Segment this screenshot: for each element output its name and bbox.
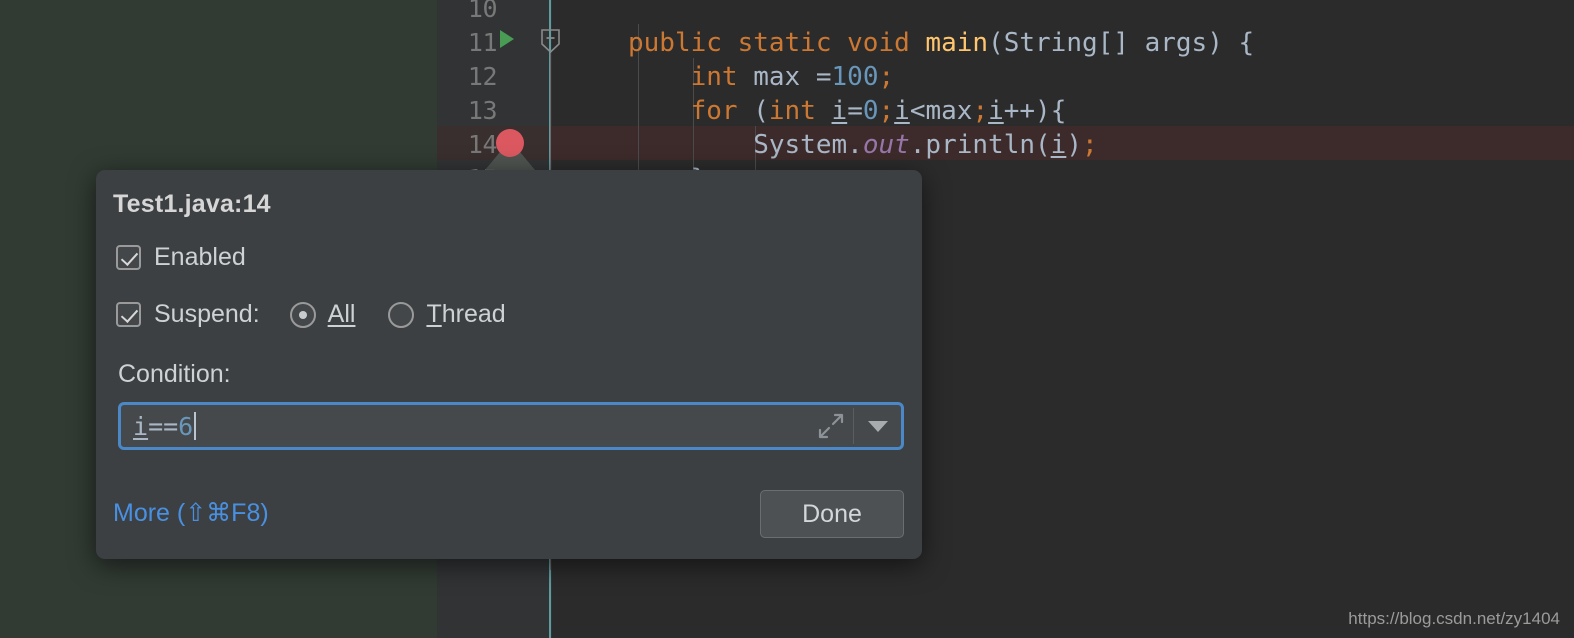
code-line-11: public static void main(String[] args) { (628, 26, 1254, 60)
run-arrow-icon[interactable] (500, 30, 514, 48)
code-fold-minus-icon[interactable] (541, 29, 560, 53)
suspend-row: Suspend: All Thread (116, 300, 539, 329)
breakpoint-icon[interactable] (496, 129, 524, 157)
code-token: 0 (862, 96, 879, 126)
code-token: ++){ (1003, 96, 1067, 126)
enabled-checkbox[interactable] (116, 245, 141, 270)
expand-diagonal-icon[interactable] (809, 405, 853, 447)
code-line-12: int max =100; (628, 60, 895, 94)
code-token: ; (1081, 130, 1098, 160)
line-number-10: 10 (467, 0, 498, 23)
line-number-12: 12 (467, 62, 498, 91)
text-caret (194, 412, 197, 440)
condition-input-field[interactable]: i==6 (118, 402, 904, 450)
radio-all[interactable] (289, 301, 316, 328)
line-number-11: 11 (467, 28, 498, 57)
condition-label: Condition: (118, 360, 231, 388)
radio-thread-label: Thread (426, 300, 505, 329)
more-link[interactable]: More (⇧⌘F8) (113, 498, 269, 528)
code-token: int (690, 62, 738, 92)
done-button[interactable]: Done (760, 490, 904, 538)
code-line-14: System.out.println(i); (628, 128, 1098, 162)
radio-thread-rest: hread (441, 300, 506, 328)
code-token: System. (628, 130, 863, 160)
breakpoint-properties-popup: Test1.java:14 Enabled Suspend: All Threa… (96, 170, 922, 559)
suspend-option-thread[interactable]: Thread (388, 300, 506, 329)
code-token: public static void (628, 28, 926, 58)
condition-text-area[interactable]: i==6 (121, 405, 809, 447)
watermark: https://blog.csdn.net/zy1404 (1348, 609, 1560, 628)
code-token: max = (737, 62, 832, 92)
suspend-checkbox-label: Suspend: (154, 300, 260, 328)
code-token: for (690, 96, 738, 126)
code-token: ( (737, 96, 769, 126)
chevron-down-icon[interactable] (854, 405, 901, 447)
suspend-checkbox[interactable] (116, 302, 141, 327)
code-token: ; (878, 62, 895, 92)
code-token: (String[] args) { (988, 28, 1255, 58)
popup-title: Test1.java:14 (113, 190, 271, 218)
code-token: i (988, 96, 1004, 126)
radio-all-label: All (327, 300, 356, 328)
code-line-13: for (int i=0;i<max;i++){ (628, 94, 1067, 128)
radio-thread[interactable] (388, 301, 415, 328)
condition-number: 6 (178, 411, 194, 441)
suspend-policy-radio-group: All Thread (289, 300, 539, 329)
code-token: ; (878, 96, 895, 126)
condition-operator: == (148, 411, 179, 441)
chevron-down-glyph (867, 420, 888, 432)
suspend-option-all[interactable]: All (289, 300, 356, 329)
condition-value: i==6 (133, 412, 193, 441)
line-number-13: 13 (467, 96, 498, 125)
radio-thread-mnemonic: T (426, 300, 442, 328)
code-token: = (847, 96, 863, 126)
code-token: i (894, 96, 910, 126)
code-token: i (1050, 130, 1067, 160)
enabled-checkbox-row[interactable]: Enabled (116, 243, 246, 272)
code-token: ; (972, 96, 989, 126)
code-token: main (925, 28, 989, 58)
code-token: 100 (831, 62, 879, 92)
code-token: ) (1066, 130, 1082, 160)
code-token: i (831, 96, 848, 126)
code-token: .println( (909, 130, 1051, 160)
enabled-checkbox-label: Enabled (154, 243, 246, 271)
code-token: out (862, 130, 910, 160)
code-token: int (768, 96, 816, 126)
condition-identifier: i (133, 411, 149, 441)
code-token: <max (909, 96, 973, 126)
